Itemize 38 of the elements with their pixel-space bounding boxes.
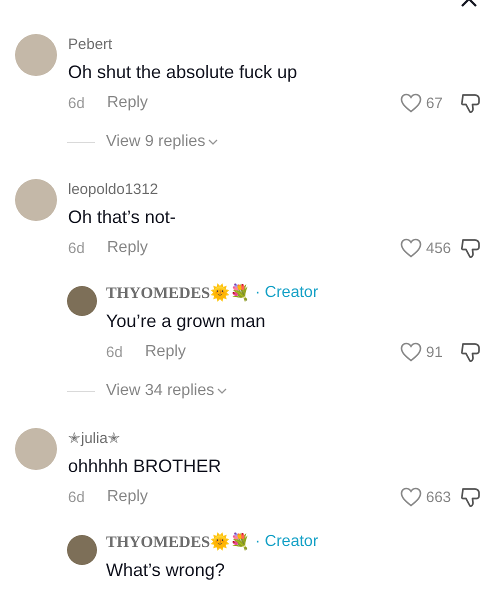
dislike-icon[interactable]: [460, 486, 482, 508]
comment-text: Oh shut the absolute fuck up: [68, 61, 298, 84]
username[interactable]: THYOMEDES🌞💐: [106, 532, 250, 552]
dislike-icon[interactable]: [460, 92, 482, 114]
dislike-icon[interactable]: [460, 237, 482, 259]
comment-age: 6d: [106, 344, 124, 360]
reply-button[interactable]: Reply: [145, 343, 186, 361]
like-count: 91: [426, 344, 443, 360]
dislike-icon[interactable]: [460, 341, 482, 363]
chevron-down-icon: [208, 139, 218, 145]
username[interactable]: Pebert: [68, 36, 112, 52]
comment-text: ohhhhh BROTHER: [68, 455, 222, 478]
reply-button[interactable]: Reply: [107, 488, 148, 506]
chevron-down-icon: [217, 388, 228, 394]
comment-age: 6d: [68, 94, 86, 112]
creator-label: · Creator: [255, 533, 318, 551]
reply-button[interactable]: Reply: [107, 94, 148, 112]
like-count: 456: [426, 240, 452, 256]
reply-button[interactable]: Reply: [107, 239, 148, 257]
like-count: 67: [426, 94, 443, 112]
heart-icon[interactable]: [400, 487, 422, 507]
username[interactable]: THYOMEDES🌞💐: [106, 283, 250, 303]
creator-label: · Creator: [255, 284, 318, 302]
heart-icon[interactable]: [400, 93, 422, 113]
comment-text: Oh that’s not-: [68, 206, 177, 229]
view-replies-button[interactable]: View 34 replies: [106, 382, 228, 400]
comment-age: 6d: [68, 488, 86, 506]
comment-text: You’re a grown man: [106, 310, 266, 333]
comment-age: 6d: [68, 240, 86, 256]
username[interactable]: leopoldo1312: [68, 180, 158, 198]
view-replies-button[interactable]: View 9 replies: [106, 133, 218, 151]
avatar[interactable]: [67, 286, 97, 316]
comment-text: What’s wrong?: [106, 559, 226, 582]
heart-icon[interactable]: [400, 238, 422, 258]
heart-icon[interactable]: [400, 342, 422, 362]
avatar[interactable]: [67, 535, 97, 565]
like-count: 663: [426, 488, 452, 506]
username[interactable]: ✭julia✭: [68, 429, 121, 447]
